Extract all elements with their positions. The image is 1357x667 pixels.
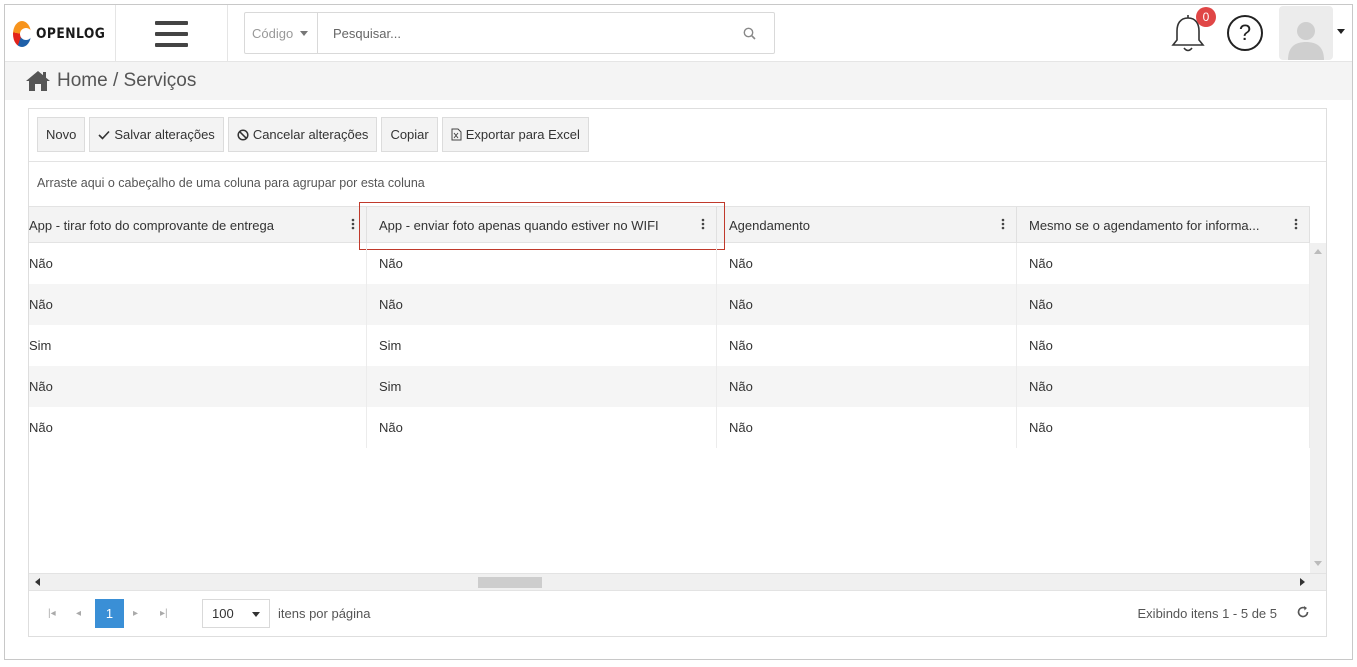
kebab-icon[interactable] — [1294, 218, 1298, 230]
grid-body: Não Não Não Não Não Não Não Não Sim Sim … — [29, 243, 1310, 573]
table-cell[interactable]: Não — [29, 366, 367, 407]
page-size-select[interactable]: 100 — [202, 599, 270, 628]
table-cell[interactable]: Não — [1017, 366, 1310, 407]
page-size-value: 100 — [212, 606, 234, 621]
home-icon[interactable] — [25, 70, 51, 92]
table-cell[interactable]: Não — [1017, 284, 1310, 325]
table-cell[interactable]: Não — [29, 284, 367, 325]
horizontal-scrollbar[interactable] — [29, 573, 1326, 590]
table-cell[interactable]: Não — [29, 407, 367, 448]
search-input[interactable] — [318, 13, 724, 53]
logo-text: OPENLOG — [36, 25, 106, 42]
app-window: OPENLOG Código Pesquisar... 0 ? Home / S… — [4, 4, 1353, 660]
grid-toolbar: Novo Salvar alterações Cancelar alteraçõ… — [29, 109, 1326, 162]
column-header[interactable]: App - enviar foto apenas quando estiver … — [367, 207, 717, 243]
last-page-icon[interactable]: ▸| — [160, 608, 168, 619]
table-cell[interactable]: Não — [367, 407, 717, 448]
table-cell[interactable]: Não — [717, 284, 1017, 325]
export-excel-label: Exportar para Excel — [465, 127, 580, 142]
grid-header: App - tirar foto do comprovante de entre… — [29, 206, 1310, 243]
table-cell[interactable]: Não — [367, 284, 717, 325]
cancel-icon — [237, 128, 249, 141]
save-changes-button[interactable]: Salvar alterações — [89, 117, 224, 152]
table-row[interactable]: Não Sim Não Não — [29, 366, 1310, 407]
services-grid-panel: Novo Salvar alterações Cancelar alteraçõ… — [28, 108, 1327, 637]
previous-page-icon[interactable]: ◂ — [76, 608, 81, 619]
scroll-left-arrow-icon[interactable] — [35, 578, 40, 586]
table-cell[interactable]: Não — [717, 407, 1017, 448]
logo-mark-icon — [13, 20, 33, 47]
group-by-drop-area[interactable]: Arraste aqui o cabeçalho de uma coluna p… — [37, 176, 425, 190]
help-icon: ? — [1238, 20, 1252, 45]
search-field-select-label: Código — [252, 25, 294, 41]
table-cell[interactable]: Não — [29, 243, 367, 284]
hamburger-line — [155, 20, 188, 25]
caret-down-icon — [252, 612, 260, 617]
page-size-label: itens por página — [278, 606, 371, 621]
kebab-icon[interactable] — [701, 218, 705, 230]
breadcrumb: Home / Serviços — [5, 62, 1352, 100]
kebab-icon[interactable] — [1001, 218, 1005, 230]
help-button[interactable]: ? — [1227, 15, 1263, 51]
table-cell[interactable]: Não — [717, 366, 1017, 407]
cancel-changes-button[interactable]: Cancelar alterações — [227, 117, 378, 152]
menu-toggle-button[interactable] — [116, 5, 228, 62]
new-button[interactable]: Novo — [37, 117, 86, 152]
save-changes-label: Salvar alterações — [114, 127, 215, 142]
user-menu-caret-icon[interactable] — [1337, 29, 1345, 34]
search-button[interactable] — [724, 13, 774, 53]
table-cell[interactable]: Sim — [29, 325, 367, 366]
cancel-changes-label: Cancelar alterações — [252, 127, 369, 142]
table-cell[interactable]: Não — [367, 243, 717, 284]
hamburger-line — [155, 42, 188, 47]
pager: |◂ ◂ 1 ▸ ▸| 100 itens por página Exibind… — [29, 590, 1326, 636]
table-cell[interactable]: Não — [1017, 407, 1310, 448]
copy-button[interactable]: Copiar — [381, 117, 438, 152]
next-page-icon[interactable]: ▸ — [133, 608, 138, 619]
table-cell[interactable]: Não — [1017, 243, 1310, 284]
column-header-label: App - tirar foto do comprovante de entre… — [29, 217, 274, 233]
check-icon — [98, 130, 110, 140]
notification-count-badge: 0 — [1196, 7, 1216, 27]
search-icon — [743, 27, 756, 40]
page-button-current[interactable]: 1 — [95, 599, 124, 628]
column-header-label: Mesmo se o agendamento for informa... — [1029, 217, 1260, 233]
search-field-select[interactable]: Código — [245, 13, 318, 53]
excel-icon — [451, 128, 462, 141]
table-row[interactable]: Sim Sim Não Não — [29, 325, 1310, 366]
avatar[interactable] — [1279, 6, 1333, 60]
table-cell[interactable]: Sim — [367, 325, 717, 366]
scroll-down-arrow-icon[interactable] — [1314, 561, 1322, 566]
scroll-right-arrow-icon[interactable] — [1300, 578, 1305, 586]
kebab-icon[interactable] — [351, 218, 355, 230]
table-cell[interactable]: Sim — [367, 366, 717, 407]
scroll-up-arrow-icon[interactable] — [1314, 249, 1322, 254]
table-row[interactable]: Não Não Não Não — [29, 284, 1310, 325]
column-header[interactable]: Agendamento — [717, 207, 1017, 243]
table-cell[interactable]: Não — [1017, 325, 1310, 366]
first-page-icon[interactable]: |◂ — [48, 608, 56, 619]
breadcrumb-text: Home / Serviços — [57, 70, 197, 91]
refresh-icon[interactable] — [1296, 605, 1310, 619]
search-box: Código — [244, 12, 775, 54]
hamburger-line — [155, 31, 188, 36]
new-button-label: Novo — [46, 127, 77, 142]
table-cell[interactable]: Não — [717, 325, 1017, 366]
column-header-label: App - enviar foto apenas quando estiver … — [379, 217, 659, 233]
column-header[interactable]: Mesmo se o agendamento for informa... — [1017, 207, 1310, 243]
caret-down-icon — [300, 30, 309, 36]
column-header-label: Agendamento — [729, 217, 810, 233]
top-bar: OPENLOG Código Pesquisar... 0 ? — [5, 5, 1352, 62]
table-row[interactable]: Não Não Não Não — [29, 243, 1310, 284]
table-cell[interactable]: Não — [717, 243, 1017, 284]
export-excel-button[interactable]: Exportar para Excel — [441, 117, 589, 152]
table-row[interactable]: Não Não Não Não — [29, 407, 1310, 448]
column-header[interactable]: App - tirar foto do comprovante de entre… — [29, 207, 367, 243]
vertical-scrollbar[interactable] — [1310, 243, 1326, 573]
logo[interactable]: OPENLOG — [5, 5, 116, 62]
user-silhouette-icon — [1288, 22, 1324, 60]
horizontal-scroll-thumb[interactable] — [478, 577, 542, 588]
copy-button-label: Copiar — [390, 127, 429, 142]
pager-info: Exibindo itens 1 - 5 de 5 — [1137, 606, 1277, 621]
